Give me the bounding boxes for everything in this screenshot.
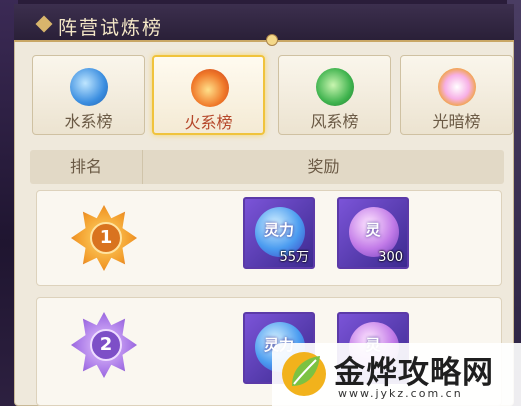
rank-column-header: 排名: [30, 150, 143, 184]
tab-label: 火系榜: [184, 113, 233, 132]
rank-medal-gold-icon: 1: [71, 205, 137, 271]
element-tabs: 水系榜 火系榜 风系榜 光暗榜: [32, 55, 513, 140]
title-bar: 阵营试炼榜: [14, 4, 514, 42]
watermark-url: www.jykz.com.cn: [338, 387, 463, 400]
item-count: 300: [378, 250, 403, 265]
item-count: 55万: [279, 250, 309, 265]
table-header: 排名 奖励: [30, 150, 504, 184]
item-name: 灵力: [263, 221, 294, 239]
reward-column-header: 奖励: [307, 157, 340, 176]
fire-element-icon: [191, 69, 229, 107]
water-element-icon: [70, 68, 108, 106]
reward-item-ling[interactable]: 灵 300: [337, 197, 409, 269]
title-ornament-icon: [35, 15, 53, 33]
tab-label: 风系榜: [310, 112, 359, 131]
window-title: 阵营试炼榜: [58, 17, 164, 39]
reward-item-lingli[interactable]: 灵力 55万: [243, 197, 315, 269]
watermark-text: 金烨攻略网: [334, 355, 494, 391]
light-dark-element-icon: [438, 68, 476, 106]
rank-row-1: 1 灵力 55万 灵 300: [36, 190, 502, 286]
rank-number: 1: [90, 222, 122, 254]
site-watermark: 金烨攻略网 www.jykz.com.cn: [272, 343, 521, 406]
tab-label: 水系榜: [64, 112, 113, 131]
rank-number: 2: [90, 329, 122, 361]
tab-light-dark[interactable]: 光暗榜: [400, 55, 513, 135]
title-gem-icon: [266, 34, 278, 46]
item-name: 灵: [365, 221, 381, 239]
tab-wind[interactable]: 风系榜: [278, 55, 391, 135]
tab-water[interactable]: 水系榜: [32, 55, 145, 135]
tab-fire[interactable]: 火系榜: [152, 55, 265, 135]
tab-label: 光暗榜: [432, 112, 481, 131]
wind-element-icon: [316, 68, 354, 106]
leaf-logo-icon: [282, 352, 326, 396]
rank-medal-purple-icon: 2: [71, 312, 137, 378]
